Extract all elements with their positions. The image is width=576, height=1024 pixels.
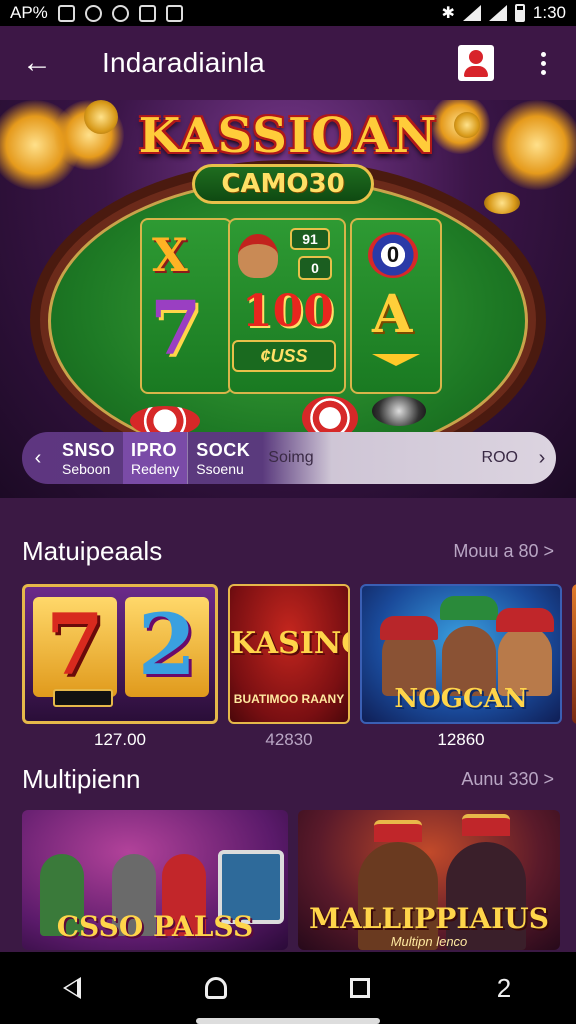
game-card-caption: 127.00: [94, 730, 146, 749]
category-tab-subtitle: Ssoenu: [196, 460, 244, 477]
category-count: ROO: [481, 449, 518, 466]
section-more-link[interactable]: Mouu a 80 >: [453, 541, 554, 562]
carrier-text: AP%: [10, 3, 48, 22]
section-more-link[interactable]: Aunu 330 >: [461, 769, 554, 790]
character-hat: [380, 616, 438, 640]
more-options-icon[interactable]: [528, 48, 558, 78]
reel-badge: 0: [298, 256, 332, 280]
reel-symbol-a: A: [372, 284, 413, 345]
nav-home-button[interactable]: [186, 958, 246, 1018]
notification-icon: [84, 4, 102, 22]
game-card-caption: 12860: [437, 730, 485, 749]
category-tab[interactable]: SNSO Seboon: [54, 432, 123, 484]
back-triangle-icon: [63, 977, 81, 999]
game-card-caption: 42830: [265, 730, 313, 749]
chevron-left-icon[interactable]: ‹: [22, 447, 54, 470]
user-icon-body: [464, 66, 488, 77]
section-header: Multipienn Aunu 330 >: [22, 764, 554, 795]
recents-icon: [350, 978, 370, 998]
reel-badge: 91: [290, 228, 330, 250]
arrow-down-icon: [372, 354, 420, 366]
section-title: Matuipeaals: [22, 536, 163, 566]
game-card-subtitle: BUATIMOO RAANY: [233, 692, 345, 706]
gold-coin: [484, 192, 520, 214]
chevron-right-icon[interactable]: ›: [528, 447, 556, 470]
reel-symbol-x: X: [152, 228, 188, 282]
bet-label: ¢USS: [232, 340, 336, 372]
category-strip: ‹ SNSO Seboon IPRO Redeny SOCK Ssoenu So…: [22, 432, 556, 484]
content-area: Matuipeaals Mouu a 80 > 7 2 KASINO BUATI…: [0, 498, 576, 952]
slot-bar: [53, 689, 113, 707]
battery-icon: [514, 4, 525, 22]
category-tab-title: SOCK: [196, 439, 251, 460]
character-crown: [462, 814, 510, 836]
nav-extra-button[interactable]: 2: [474, 958, 534, 1018]
category-tab-subtitle: Redeny: [131, 460, 180, 477]
image-icon: [165, 4, 183, 22]
account-button[interactable]: [458, 45, 494, 81]
home-indicator[interactable]: [196, 1018, 380, 1024]
game-card-kasino[interactable]: KASINO BUATIMOO RAANY: [228, 584, 350, 724]
character-crown: [374, 820, 422, 842]
hero-subbrand: CAMO30: [192, 164, 374, 204]
game-card-title: KASINO: [230, 626, 348, 661]
gold-coin: [372, 396, 426, 426]
game-card-slot[interactable]: 7 2: [22, 584, 218, 724]
game-carousel: CSSO PALSS MALLIPPIAIUS Multipn lenco: [22, 810, 560, 950]
reel-symbol-seven: 7: [150, 286, 202, 372]
section-header: Matuipeaals Mouu a 80 >: [22, 536, 554, 567]
system-nav-bar: 2: [0, 952, 576, 1024]
section-title: Multipienn: [22, 764, 141, 794]
game-card-subtitle: Multipn lenco: [390, 934, 468, 949]
signal-icon: [488, 5, 507, 21]
mail-icon: [138, 4, 156, 22]
home-icon: [205, 977, 227, 999]
game-card-nogcan[interactable]: NOGCAN: [360, 584, 562, 724]
category-tab[interactable]: SOCK Ssoenu: [187, 432, 258, 484]
game-card-partial[interactable]: [572, 584, 576, 724]
category-tab-subtitle: Seboon: [62, 460, 111, 477]
reel-symbol-o: 0: [368, 232, 418, 278]
category-search-field[interactable]: Soimg ROO: [258, 432, 528, 484]
status-right: ✱ 1:30: [441, 3, 566, 23]
reel-symbol-hundred: 100: [242, 286, 334, 337]
game-card-title: CSSO PALSS: [56, 910, 254, 943]
notification-icon: [57, 4, 75, 22]
clock-text: 1:30: [532, 3, 566, 22]
status-bar: AP% ✱ 1:30: [0, 0, 576, 26]
notification-icon: [111, 4, 129, 22]
game-card-mallippiaius[interactable]: MALLIPPIAIUS Multipn lenco: [298, 810, 560, 950]
status-left: AP%: [10, 3, 183, 23]
category-search-text: Soimg: [268, 449, 314, 466]
bluetooth-icon: ✱: [441, 5, 455, 22]
app-bar: ← Indaradiainla: [0, 26, 576, 100]
game-card-title: MALLIPPIAIUS: [309, 902, 549, 935]
game-card-title: NOGCAN: [394, 684, 528, 714]
game-card-csso-palss[interactable]: CSSO PALSS: [22, 810, 288, 950]
category-tab-title: SNSO: [62, 439, 116, 460]
character-icon: [238, 234, 278, 278]
slot-two-right: 2: [137, 595, 197, 694]
character-hat: [440, 596, 498, 620]
user-icon: [469, 50, 483, 64]
category-tab-title: IPRO: [131, 439, 178, 460]
reel-symbol-o-text: 0: [386, 242, 400, 267]
game-carousel: 7 2 KASINO BUATIMOO RAANY NOGCAN: [22, 584, 576, 724]
character-hat: [496, 608, 554, 632]
wifi-icon: [462, 5, 481, 21]
category-tab[interactable]: IPRO Redeny: [123, 432, 188, 484]
page-title: Indaradiainla: [102, 47, 265, 78]
hero-brand-title: KASSIOAN: [138, 108, 438, 164]
back-arrow-icon[interactable]: ←: [0, 26, 74, 100]
nav-back-button[interactable]: [42, 958, 102, 1018]
slot-seven-left: 7: [45, 595, 105, 694]
nav-recents-button[interactable]: [330, 958, 390, 1018]
